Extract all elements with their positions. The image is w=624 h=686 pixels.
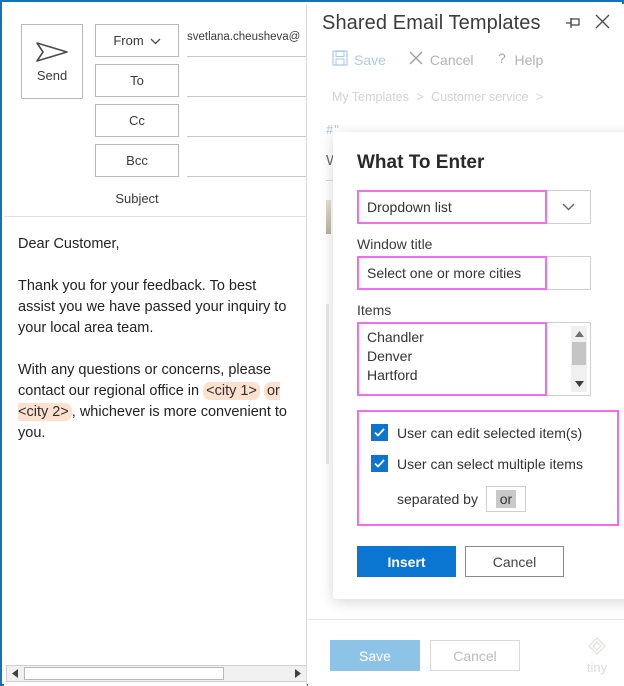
entry-type-dropdown-button[interactable] xyxy=(547,190,591,224)
placeholder-city-2-token: <city 2> xyxy=(18,404,69,420)
entry-type-input[interactable]: Dropdown list xyxy=(357,190,547,224)
scrollbar-track[interactable] xyxy=(224,666,289,681)
to-field[interactable] xyxy=(187,64,306,97)
body-paragraph-2: With any questions or concerns, please c… xyxy=(18,360,293,444)
dialog-cancel-button[interactable]: Cancel xyxy=(465,546,564,577)
background-edge-bar xyxy=(326,304,329,464)
bcc-button-label: Bcc xyxy=(126,153,148,168)
pane-save-button[interactable]: Save xyxy=(330,640,420,671)
breadcrumb-folder[interactable]: Customer service xyxy=(431,90,528,104)
items-scroll-column xyxy=(547,322,591,396)
tinymce-watermark: tiny xyxy=(580,636,614,674)
separator-label: separated by xyxy=(397,491,478,507)
pane-title: Shared Email Templates xyxy=(322,12,541,34)
close-icon[interactable] xyxy=(595,14,610,29)
dialog-title: What To Enter xyxy=(357,152,485,173)
cc-button[interactable]: Cc xyxy=(95,104,179,137)
svg-text:?: ? xyxy=(498,50,506,66)
tiny-diamond-icon xyxy=(588,637,606,655)
separator-row: separated by or xyxy=(371,486,607,512)
pin-icon[interactable] xyxy=(566,16,582,30)
insert-button[interactable]: Insert xyxy=(357,546,456,577)
chevron-down-icon xyxy=(150,33,161,48)
toolbar-save-button[interactable]: Save xyxy=(332,50,386,69)
breadcrumb: My Templates > Customer service > xyxy=(332,90,547,104)
item-row: Hartford xyxy=(367,367,418,383)
from-button[interactable]: From xyxy=(95,24,179,57)
body-paragraph-1: Thank you for your feedback. To best ass… xyxy=(18,278,287,336)
scroll-down-arrow-icon[interactable] xyxy=(571,376,587,392)
what-to-enter-dialog: What To Enter Dropdown list Window title… xyxy=(333,132,624,599)
window-title-input[interactable]: Select one or more cities xyxy=(357,256,547,290)
application-window: Send From To Cc Bcc svetlana.cheusheva@ xyxy=(0,0,624,686)
background-color-bar xyxy=(326,200,331,234)
edit-selected-option[interactable]: User can edit selected item(s) xyxy=(371,424,607,441)
send-button[interactable]: Send xyxy=(21,24,83,99)
toolbar-help-label: Help xyxy=(514,51,544,68)
separator-input[interactable]: or xyxy=(485,486,526,512)
options-group: User can edit selected item(s) User can … xyxy=(357,410,619,526)
send-button-label: Send xyxy=(36,68,68,83)
from-button-label: From xyxy=(113,33,144,48)
scroll-right-arrow-icon[interactable] xyxy=(289,666,306,681)
to-button-label: To xyxy=(130,73,144,88)
bcc-button[interactable]: Bcc xyxy=(95,144,179,177)
scrollbar-thumb[interactable] xyxy=(24,667,224,680)
select-multiple-label: User can select multiple items xyxy=(397,455,583,472)
placeholder-city-1: <city 1> xyxy=(203,382,260,400)
compose-horizontal-scrollbar[interactable] xyxy=(6,665,306,682)
dialog-button-row: Insert Cancel xyxy=(357,546,619,577)
window-title-filler xyxy=(547,256,591,290)
window-title-label: Window title xyxy=(357,236,433,252)
select-multiple-checkbox[interactable] xyxy=(371,455,388,472)
edit-selected-checkbox[interactable] xyxy=(371,424,388,441)
scroll-up-arrow-icon[interactable] xyxy=(571,326,587,342)
email-body[interactable]: Dear Customer, Thank you for your feedba… xyxy=(4,217,306,657)
scroll-left-arrow-icon[interactable] xyxy=(7,666,24,681)
cc-button-label: Cc xyxy=(129,113,145,128)
tiny-watermark-label: tiny xyxy=(586,660,608,675)
toolbar-help-button[interactable]: ? Help xyxy=(496,50,544,69)
floppy-disk-icon xyxy=(332,50,348,69)
shared-email-templates-pane: Shared Email Templates Save Cancel ? Hel… xyxy=(308,4,624,686)
items-scrollbar-thumb[interactable] xyxy=(572,342,586,365)
bcc-field[interactable] xyxy=(187,144,306,177)
email-compose-pane: Send From To Cc Bcc svetlana.cheusheva@ xyxy=(4,4,307,686)
toolbar-cancel-label: Cancel xyxy=(429,51,474,68)
body-greeting: Dear Customer, xyxy=(18,236,120,252)
select-multiple-option[interactable]: User can select multiple items xyxy=(371,455,607,472)
items-scrollbar-track[interactable] xyxy=(571,365,587,376)
from-field[interactable]: svetlana.cheusheva@ xyxy=(187,24,306,57)
breadcrumb-root[interactable]: My Templates xyxy=(332,90,409,104)
window-title-row: Select one or more cities xyxy=(357,256,619,290)
chevron-down-icon xyxy=(562,198,575,216)
compose-header: Send From To Cc Bcc svetlana.cheusheva@ xyxy=(4,4,306,217)
subject-label: Subject xyxy=(115,191,159,206)
question-mark-icon: ? xyxy=(496,50,509,69)
toolbar-cancel-button[interactable]: Cancel xyxy=(408,50,474,69)
pane-cancel-button[interactable]: Cancel xyxy=(430,640,520,671)
items-vertical-scrollbar[interactable] xyxy=(571,326,587,392)
to-button[interactable]: To xyxy=(95,64,179,97)
x-icon xyxy=(408,50,424,69)
placeholder-city-2-prefix: or xyxy=(266,383,280,399)
separator-value: or xyxy=(495,490,517,508)
items-textarea[interactable]: Chandler Denver Hartford xyxy=(357,322,547,396)
items-row: Chandler Denver Hartford xyxy=(357,322,619,396)
breadcrumb-separator-1: > xyxy=(416,90,424,104)
cc-field[interactable] xyxy=(187,104,306,137)
toolbar-save-label: Save xyxy=(354,51,386,68)
pane-footer: Save Cancel tiny xyxy=(308,619,624,686)
breadcrumb-separator-2: > xyxy=(535,90,544,104)
item-row: Denver xyxy=(367,348,413,364)
send-arrow-icon xyxy=(34,40,70,64)
items-label: Items xyxy=(357,302,392,318)
pane-toolbar: Save Cancel ? Help xyxy=(332,50,543,69)
edit-selected-label: User can edit selected item(s) xyxy=(397,424,583,441)
entry-type-row: Dropdown list xyxy=(357,190,619,224)
item-row: Chandler xyxy=(367,329,424,345)
